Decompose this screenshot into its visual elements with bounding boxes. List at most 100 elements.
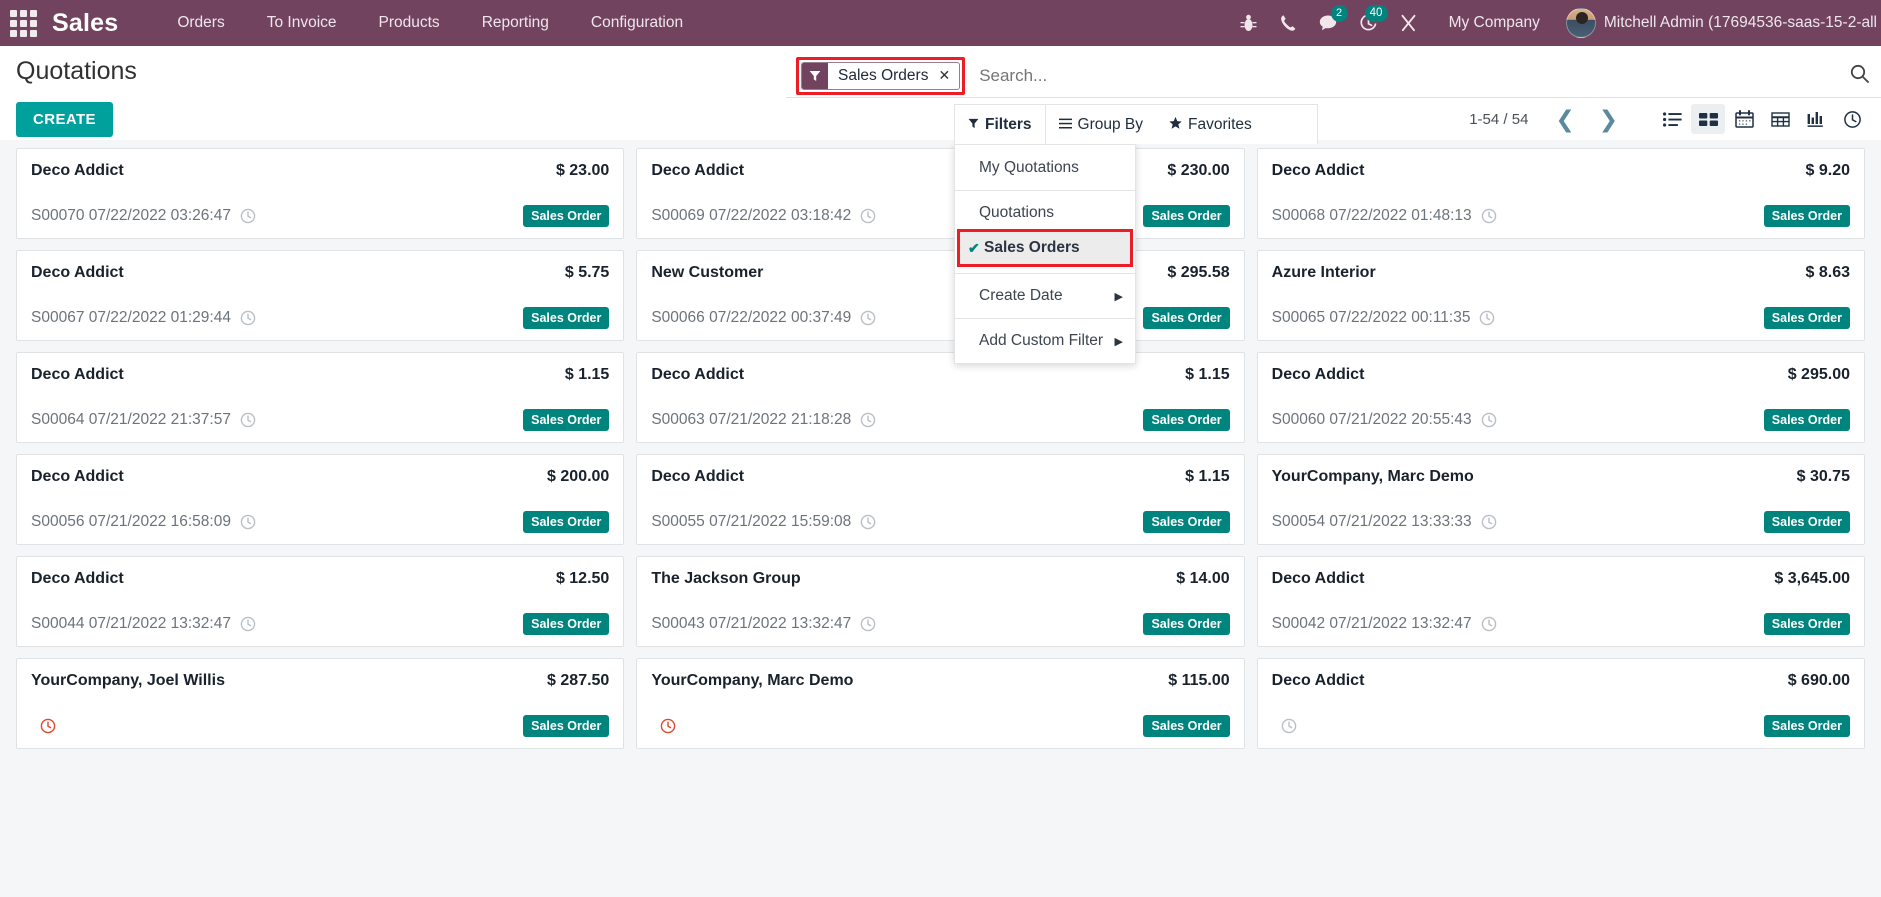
- pager-next-button[interactable]: ❯: [1590, 107, 1627, 131]
- kanban-card[interactable]: YourCompany, Marc Demo $ 115.00 Sales Orde…: [630, 658, 1250, 760]
- user-menu[interactable]: Mitchell Admin (17694536-saas-15-2-all: [1604, 14, 1877, 32]
- activity-view-button[interactable]: [1835, 104, 1869, 134]
- activity-clock-icon[interactable]: [240, 412, 256, 428]
- filter-item-sales-orders[interactable]: ✔ Sales Orders: [960, 232, 1130, 264]
- kanban-card-body[interactable]: Azure Interior $ 8.63 S00065 07/22/2022 00…: [1256, 250, 1865, 341]
- kanban-card-footer: S00044 07/21/2022 13:32:47 Sales Order: [31, 613, 610, 635]
- kanban-card-body[interactable]: Deco Addict $ 1.15 S00063 07/21/2022 21:18…: [636, 352, 1245, 443]
- avatar[interactable]: [1565, 8, 1596, 38]
- filter-item-my-quotations[interactable]: My Quotations: [955, 152, 1135, 184]
- kanban-card[interactable]: Deco Addict $ 1.15 S00064 07/21/2022 21:37…: [10, 352, 630, 454]
- kanban-card[interactable]: Deco Addict $ 295.00 S00060 07/21/2022 20:…: [1251, 352, 1871, 454]
- activity-clock-icon[interactable]: [860, 616, 876, 632]
- kanban-view-button[interactable]: [1691, 104, 1725, 134]
- kanban-card-body[interactable]: Deco Addict $ 690.00 Sales Order: [1256, 658, 1865, 749]
- create-button[interactable]: CREATE: [16, 101, 113, 137]
- kanban-card[interactable]: Deco Addict $ 12.50 S00044 07/21/2022 13:3…: [10, 556, 630, 658]
- list-view-button[interactable]: [1655, 104, 1689, 134]
- kanban-card[interactable]: YourCompany, Marc Demo $ 30.75 S00054 07/2…: [1251, 454, 1871, 556]
- activities-clock-icon[interactable]: 40: [1349, 0, 1389, 46]
- kanban-card-body[interactable]: YourCompany, Marc Demo $ 30.75 S00054 07/2…: [1256, 454, 1865, 545]
- pivot-view-button[interactable]: [1763, 104, 1797, 134]
- kanban-card[interactable]: Deco Addict $ 200.00 S00056 07/21/2022 16:…: [10, 454, 630, 556]
- order-amount: $ 1.15: [564, 366, 610, 383]
- pager-value[interactable]: 1-54 / 54: [1469, 111, 1528, 128]
- facet-remove-icon[interactable]: ✕: [938, 67, 950, 84]
- facet-text: Sales Orders: [838, 66, 929, 84]
- order-reference-text: S00070 07/22/2022 03:26:47: [31, 207, 231, 224]
- activity-clock-icon[interactable]: [1479, 310, 1495, 326]
- tab-favorites[interactable]: Favorites: [1156, 105, 1265, 145]
- filter-item-add-custom-filter[interactable]: Add Custom Filter ▶: [955, 325, 1135, 357]
- activity-clock-icon[interactable]: [1481, 616, 1497, 632]
- kanban-card[interactable]: Deco Addict $ 5.75 S00067 07/22/2022 01:29…: [10, 250, 630, 352]
- activity-clock-icon[interactable]: [240, 310, 256, 326]
- kanban-card-body[interactable]: Deco Addict $ 12.50 S00044 07/21/2022 13:3…: [16, 556, 625, 647]
- kanban-card[interactable]: Deco Addict $ 690.00 Sales Order: [1251, 658, 1871, 760]
- graph-view-button[interactable]: [1799, 104, 1833, 134]
- activity-clock-icon[interactable]: [860, 310, 876, 326]
- activity-clock-icon[interactable]: [860, 412, 876, 428]
- kanban-card[interactable]: Deco Addict $ 1.15 S00063 07/21/2022 21:18…: [630, 352, 1250, 454]
- activity-clock-icon[interactable]: [860, 514, 876, 530]
- order-amount: $ 8.63: [1805, 264, 1850, 281]
- kanban-card-body[interactable]: Deco Addict $ 3,645.00 S00042 07/21/2022 1…: [1256, 556, 1865, 647]
- apps-menu-toggle[interactable]: [0, 0, 46, 46]
- tab-filters[interactable]: Filters: [955, 104, 1046, 145]
- activity-clock-icon[interactable]: [40, 718, 56, 734]
- activity-clock-icon[interactable]: [860, 208, 876, 224]
- kanban-card[interactable]: Deco Addict $ 23.00 S00070 07/22/2022 03:2…: [10, 148, 630, 250]
- kanban-card-body[interactable]: Deco Addict $ 200.00 S00056 07/21/2022 16:…: [16, 454, 625, 545]
- filter-item-quotations[interactable]: Quotations: [955, 197, 1135, 229]
- kanban-card-body[interactable]: Deco Addict $ 1.15 S00055 07/21/2022 15:59…: [636, 454, 1245, 545]
- kanban-card-body[interactable]: YourCompany, Joel Willis $ 287.50 Sales Or…: [16, 658, 625, 749]
- filter-item-create-date[interactable]: Create Date ▶: [955, 280, 1135, 312]
- nav-item-orders[interactable]: Orders: [156, 0, 245, 46]
- filters-dropdown: Filters Group By Favorites My Quotations: [954, 104, 1318, 364]
- activity-clock-icon[interactable]: [660, 718, 676, 734]
- kanban-card[interactable]: Deco Addict $ 1.15 S00055 07/21/2022 15:59…: [630, 454, 1250, 556]
- activity-clock-icon[interactable]: [1281, 718, 1297, 734]
- search-input[interactable]: [965, 65, 1844, 86]
- kanban-card[interactable]: Deco Addict $ 9.20 S00068 07/22/2022 01:48…: [1251, 148, 1871, 250]
- customer-name: Deco Addict: [651, 468, 745, 485]
- control-panel-top-row: Quotations Sales Orders ✕: [0, 46, 1881, 98]
- customer-name: New Customer: [651, 264, 764, 281]
- activity-clock-icon[interactable]: [240, 514, 256, 530]
- nav-item-products[interactable]: Products: [358, 0, 461, 46]
- activity-clock-icon[interactable]: [240, 616, 256, 632]
- kanban-card-body[interactable]: Deco Addict $ 23.00 S00070 07/22/2022 03:2…: [16, 148, 625, 239]
- messages-icon[interactable]: 2: [1309, 0, 1349, 46]
- tab-group-by[interactable]: Group By: [1046, 105, 1156, 145]
- kanban-card-body[interactable]: The Jackson Group $ 14.00 S00043 07/21/202…: [636, 556, 1245, 647]
- company-switcher[interactable]: My Company: [1429, 14, 1556, 32]
- order-amount: $ 9.20: [1805, 162, 1850, 179]
- kanban-card[interactable]: The Jackson Group $ 14.00 S00043 07/21/202…: [630, 556, 1250, 658]
- kanban-card-body[interactable]: Deco Addict $ 295.00 S00060 07/21/2022 20:…: [1256, 352, 1865, 443]
- activity-clock-icon[interactable]: [1481, 208, 1497, 224]
- activity-clock-icon[interactable]: [1481, 412, 1497, 428]
- search-icon[interactable]: [1844, 64, 1869, 88]
- calendar-view-button[interactable]: [1727, 104, 1761, 134]
- kanban-card-body[interactable]: Deco Addict $ 5.75 S00067 07/22/2022 01:29…: [16, 250, 625, 341]
- tools-icon[interactable]: [1389, 0, 1429, 46]
- bug-icon[interactable]: [1229, 0, 1269, 46]
- kanban-card-body[interactable]: Deco Addict $ 9.20 S00068 07/22/2022 01:48…: [1256, 148, 1865, 239]
- nav-item-configuration[interactable]: Configuration: [570, 0, 704, 46]
- activity-clock-icon[interactable]: [1481, 514, 1497, 530]
- nav-item-to-invoice[interactable]: To Invoice: [246, 0, 358, 46]
- app-brand-sales[interactable]: Sales: [52, 9, 118, 38]
- kanban-card[interactable]: Azure Interior $ 8.63 S00065 07/22/2022 00…: [1251, 250, 1871, 352]
- kanban-card[interactable]: Deco Addict $ 3,645.00 S00042 07/21/2022 1…: [1251, 556, 1871, 658]
- order-reference: S00042 07/21/2022 13:32:47: [1272, 615, 1497, 633]
- search-facet-sales-orders[interactable]: Sales Orders ✕: [801, 61, 961, 90]
- nav-item-reporting[interactable]: Reporting: [461, 0, 570, 46]
- order-reference: S00066 07/22/2022 00:37:49: [651, 309, 876, 327]
- kanban-card-body[interactable]: YourCompany, Marc Demo $ 115.00 Sales Orde…: [636, 658, 1245, 749]
- pager-previous-button[interactable]: ❮: [1546, 107, 1583, 131]
- phone-icon[interactable]: [1269, 0, 1309, 46]
- kanban-card[interactable]: YourCompany, Joel Willis $ 287.50 Sales Or…: [10, 658, 630, 760]
- kanban-card-body[interactable]: Deco Addict $ 1.15 S00064 07/21/2022 21:37…: [16, 352, 625, 443]
- chevron-right-icon: ▶: [1114, 290, 1123, 303]
- activity-clock-icon[interactable]: [240, 208, 256, 224]
